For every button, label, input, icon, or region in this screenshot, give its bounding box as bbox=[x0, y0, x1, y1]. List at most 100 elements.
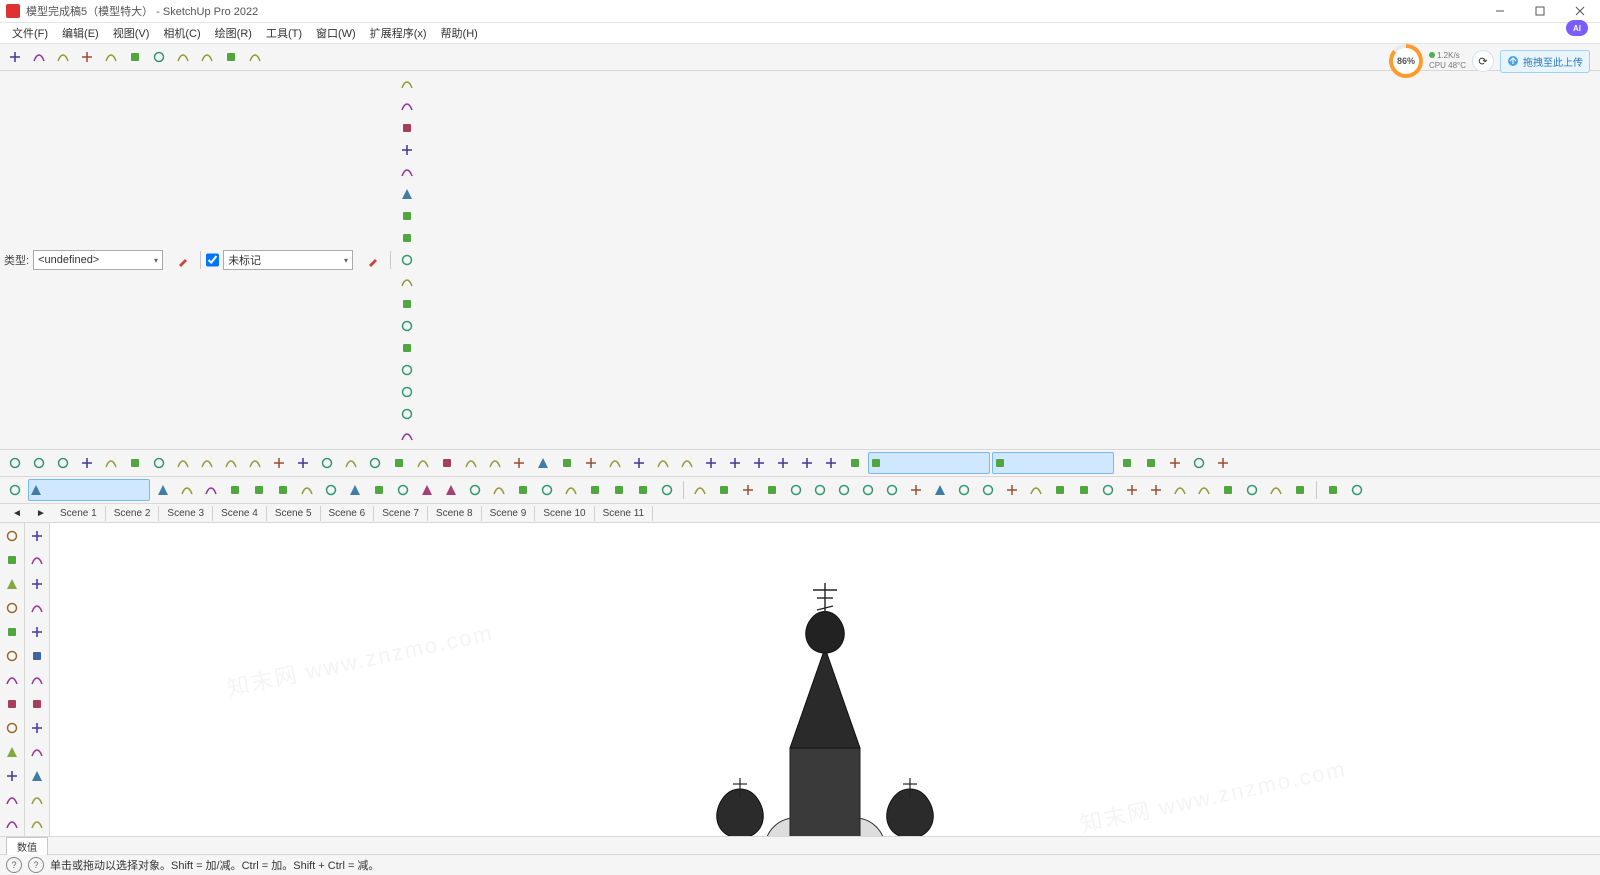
tape-icon[interactable] bbox=[412, 452, 434, 474]
type-select[interactable]: <undefined>▾ bbox=[33, 250, 163, 270]
next-icon[interactable] bbox=[26, 813, 48, 835]
scene-tab-7[interactable]: Scene 7 bbox=[374, 506, 428, 521]
curve2-icon[interactable] bbox=[809, 479, 831, 501]
scene-tab-9[interactable]: Scene 9 bbox=[482, 506, 536, 521]
eraser-icon[interactable] bbox=[28, 452, 50, 474]
curve1-icon[interactable] bbox=[785, 479, 807, 501]
card-icon[interactable] bbox=[396, 271, 418, 293]
delete-icon[interactable] bbox=[148, 46, 170, 68]
bool5-icon[interactable] bbox=[1140, 452, 1162, 474]
refresh-icon[interactable]: ⟳ bbox=[1472, 50, 1494, 72]
book-icon[interactable] bbox=[396, 73, 418, 95]
paint-icon[interactable] bbox=[368, 479, 390, 501]
stack-icon[interactable] bbox=[396, 293, 418, 315]
offset-icon[interactable] bbox=[316, 452, 338, 474]
rrect-icon[interactable] bbox=[124, 452, 146, 474]
bool4-icon[interactable] bbox=[1116, 452, 1138, 474]
ai-badge[interactable]: AI bbox=[1566, 20, 1588, 36]
help-hint1-icon[interactable]: ? bbox=[6, 857, 22, 873]
fog-icon[interactable] bbox=[1212, 452, 1234, 474]
hammer-icon[interactable] bbox=[396, 249, 418, 271]
paste-icon[interactable] bbox=[124, 46, 146, 68]
arc2-tool-icon[interactable] bbox=[1, 789, 23, 811]
arc-a-icon[interactable] bbox=[1049, 479, 1071, 501]
wave1-icon[interactable] bbox=[584, 479, 606, 501]
wrench2-icon[interactable] bbox=[344, 479, 366, 501]
zoom-tool-icon[interactable] bbox=[26, 741, 48, 763]
undo-icon[interactable] bbox=[172, 46, 194, 68]
new-file-icon[interactable] bbox=[4, 46, 26, 68]
sandbox3-icon[interactable] bbox=[772, 452, 794, 474]
tri-icon[interactable] bbox=[1121, 479, 1143, 501]
grid2-icon[interactable] bbox=[1217, 479, 1239, 501]
house-icon[interactable] bbox=[396, 205, 418, 227]
knife-icon[interactable] bbox=[272, 479, 294, 501]
copy-icon[interactable] bbox=[100, 46, 122, 68]
text-tool-icon[interactable] bbox=[26, 597, 48, 619]
cut-icon[interactable] bbox=[76, 46, 98, 68]
scene-tab-10[interactable]: Scene 10 bbox=[535, 506, 594, 521]
bool1-icon[interactable] bbox=[844, 452, 866, 474]
tag-select[interactable]: 未标记▾ bbox=[223, 250, 353, 270]
wave3-icon[interactable] bbox=[632, 479, 654, 501]
saw-icon[interactable] bbox=[905, 479, 927, 501]
select-icon[interactable] bbox=[4, 452, 26, 474]
open-file-icon[interactable] bbox=[28, 46, 50, 68]
stack2-icon[interactable] bbox=[977, 479, 999, 501]
menu-tools[interactable]: 工具(T) bbox=[260, 23, 308, 43]
pencil-tool-icon[interactable] bbox=[1, 645, 23, 667]
curve4-icon[interactable] bbox=[857, 479, 879, 501]
look-icon[interactable] bbox=[676, 452, 698, 474]
maximize-button[interactable] bbox=[1520, 0, 1560, 22]
brush-icon[interactable] bbox=[1, 621, 23, 643]
scene-tab-6[interactable]: Scene 6 bbox=[321, 506, 375, 521]
close-button[interactable] bbox=[1560, 0, 1600, 22]
dim-icon[interactable] bbox=[508, 452, 530, 474]
cube-wire-icon[interactable] bbox=[396, 95, 418, 117]
col2-icon[interactable] bbox=[1169, 479, 1191, 501]
stack1-icon[interactable] bbox=[953, 479, 975, 501]
zoomwin-icon[interactable] bbox=[26, 765, 48, 787]
protractor-icon[interactable] bbox=[436, 452, 458, 474]
scene-tab-3[interactable]: Scene 3 bbox=[159, 506, 213, 521]
minimize-button[interactable] bbox=[1480, 0, 1520, 22]
boxes2-icon[interactable] bbox=[396, 359, 418, 381]
prev-icon[interactable] bbox=[26, 789, 48, 811]
arc2-icon[interactable] bbox=[220, 452, 242, 474]
dropper2-icon[interactable] bbox=[363, 249, 385, 271]
rect2-tool-icon[interactable] bbox=[1, 693, 23, 715]
scene-tab-11[interactable]: Scene 11 bbox=[595, 506, 654, 521]
multiline-icon[interactable] bbox=[200, 479, 222, 501]
dim-tool-icon[interactable] bbox=[26, 621, 48, 643]
bool3-icon[interactable] bbox=[992, 452, 1114, 474]
pushpull-icon[interactable] bbox=[292, 452, 314, 474]
box-icon[interactable] bbox=[737, 479, 759, 501]
section-icon[interactable] bbox=[532, 452, 554, 474]
freehand-icon[interactable] bbox=[76, 452, 98, 474]
tape-tool-icon[interactable] bbox=[26, 549, 48, 571]
scene-tab-1[interactable]: Scene 1 bbox=[52, 506, 106, 521]
house2-icon[interactable] bbox=[1241, 479, 1263, 501]
ai-label-icon[interactable] bbox=[26, 573, 48, 595]
circ-icon[interactable] bbox=[560, 479, 582, 501]
scene-tab-2[interactable]: Scene 2 bbox=[106, 506, 160, 521]
orbit-tool-icon[interactable] bbox=[26, 693, 48, 715]
copy-cube-icon[interactable] bbox=[396, 425, 418, 447]
bool2-icon[interactable] bbox=[868, 452, 990, 474]
upload-dropzone[interactable]: 拖拽至此上传 bbox=[1500, 50, 1590, 73]
axes-icon[interactable] bbox=[484, 452, 506, 474]
z1-icon[interactable] bbox=[416, 479, 438, 501]
rect-icon[interactable] bbox=[100, 452, 122, 474]
layers-icon[interactable] bbox=[396, 315, 418, 337]
text-icon[interactable] bbox=[460, 452, 482, 474]
arc-b-icon[interactable] bbox=[1073, 479, 1095, 501]
help-hint2-icon[interactable]: ? bbox=[28, 857, 44, 873]
pan-icon[interactable] bbox=[580, 452, 602, 474]
walk-icon[interactable] bbox=[652, 452, 674, 474]
position-icon[interactable] bbox=[700, 452, 722, 474]
scene-next-icon[interactable]: ► bbox=[30, 502, 52, 524]
boxes3-icon[interactable] bbox=[396, 381, 418, 403]
pan-tool-icon[interactable] bbox=[26, 717, 48, 739]
arc3-icon[interactable] bbox=[244, 452, 266, 474]
tri2-icon[interactable] bbox=[1265, 479, 1287, 501]
